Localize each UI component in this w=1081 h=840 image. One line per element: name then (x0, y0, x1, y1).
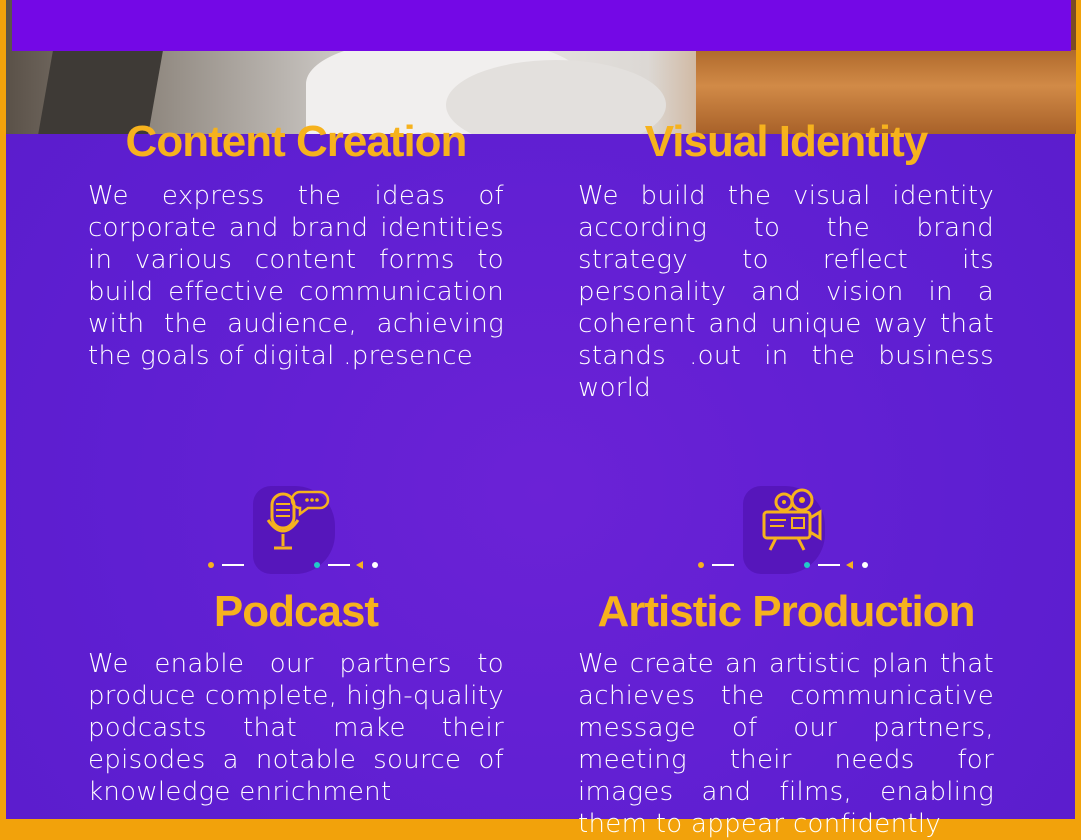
top-banner (12, 0, 1071, 51)
service-title-podcast: Podcast (213, 587, 379, 636)
service-title-content-creation: Content Creation (125, 117, 468, 166)
artistic-production-icon-badge (698, 486, 878, 576)
service-description-visual-identity: We build the visual identity according t… (578, 181, 994, 403)
service-description-artistic-production: We create an artistic plan that achieves… (578, 649, 994, 839)
service-title-artistic-production: Artistic Production (597, 587, 975, 636)
service-title-visual-identity: Visual Identity (644, 117, 929, 166)
microphone-icon (266, 490, 330, 550)
podcast-icon-badge (208, 486, 388, 576)
film-camera-icon (762, 488, 822, 551)
service-description-content-creation: We express the ideas of corporate and br… (88, 181, 504, 371)
service-description-podcast: We enable our partners to produce comple… (88, 649, 504, 807)
